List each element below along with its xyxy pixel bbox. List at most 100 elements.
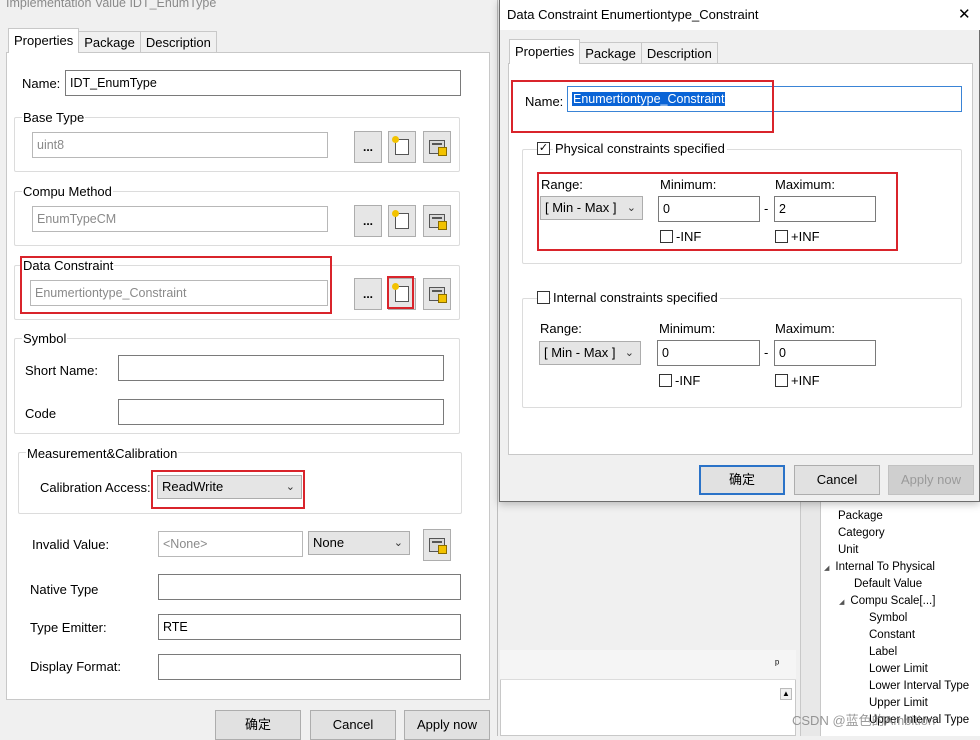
internal-range-select[interactable]: [ Min - Max ] ⌄ <box>539 341 641 365</box>
close-icon[interactable]: ✕ <box>958 5 971 23</box>
physical-constraints-checkbox[interactable]: ✓ <box>537 142 550 155</box>
left-tab-package[interactable]: Package <box>78 31 141 53</box>
type-emitter-label: Type Emitter: <box>30 620 107 635</box>
highlight-constraint-name <box>511 80 774 133</box>
internal-constraints-label: Internal constraints specified <box>551 290 720 305</box>
display-format-field[interactable] <box>158 654 461 680</box>
chevron-down-icon: ⌄ <box>393 537 403 549</box>
right-tab-properties[interactable]: Properties <box>509 39 581 64</box>
right-tab-description[interactable]: Description <box>640 42 718 64</box>
internal-neg-inf-checkbox[interactable] <box>659 374 672 387</box>
base-type-properties-button[interactable] <box>423 131 451 163</box>
compu-method-new-button[interactable] <box>388 205 416 237</box>
internal-pos-inf-label: +INF <box>791 373 820 388</box>
tree-item-label: Upper Limit <box>869 697 928 709</box>
tree-item[interactable]: Label <box>869 646 897 658</box>
display-format-label: Display Format: <box>30 659 122 674</box>
tree-item[interactable]: Constant <box>869 629 915 641</box>
tree-item-label: Label <box>869 646 898 658</box>
left-tab-properties[interactable]: Properties <box>8 28 80 53</box>
tree-item-label: Symbol <box>869 612 908 624</box>
new-document-icon <box>392 210 409 229</box>
tree-item-label: Compu Scale[...] <box>850 595 936 607</box>
compu-method-browse-button[interactable]: ... <box>354 205 382 237</box>
tree-item-label: Lower Interval Type <box>869 680 970 692</box>
invalid-value-select-value: None <box>313 535 345 550</box>
workspace-gutter <box>800 500 820 736</box>
tree-item-label: Default Value <box>854 578 923 590</box>
internal-maximum-field[interactable]: 0 <box>774 340 876 366</box>
highlight-calibration-access <box>151 470 305 509</box>
invalid-value-label: Invalid Value: <box>32 537 110 552</box>
tree-item[interactable]: Category <box>838 527 885 539</box>
base-type-new-button[interactable] <box>388 131 416 163</box>
compu-method-label: Compu Method <box>22 184 113 199</box>
right-tabs: Properties Package Description <box>509 39 718 64</box>
new-document-icon <box>392 136 409 155</box>
right-dialog-title: Data Constraint Enumertiontype_Constrain… <box>507 7 759 22</box>
physical-constraints-label: Physical constraints specified <box>553 141 727 156</box>
invalid-value-field[interactable]: <None> <box>158 531 303 557</box>
tree-item-label: Package <box>838 510 883 522</box>
tree-item[interactable]: Upper Limit <box>869 697 928 709</box>
invalid-value-select[interactable]: None ⌄ <box>308 531 410 555</box>
tree-item-label: Lower Limit <box>869 663 928 675</box>
type-emitter-field[interactable]: RTE <box>158 614 461 640</box>
calibration-access-label: Calibration Access: <box>40 480 151 495</box>
short-name-label: Short Name: <box>25 363 98 378</box>
code-label: Code <box>25 406 57 421</box>
expand-triangle-icon[interactable]: ◢ <box>824 565 829 572</box>
internal-constraints-checkbox[interactable] <box>537 291 550 304</box>
measurement-label: Measurement&Calibration <box>26 446 179 461</box>
tree-item[interactable]: Symbol <box>869 612 907 624</box>
properties-icon <box>429 538 447 554</box>
properties-icon <box>429 287 447 303</box>
data-constraint-browse-button[interactable]: ... <box>354 278 382 310</box>
tree-item[interactable]: ◢ Compu Scale[...] <box>839 595 935 607</box>
bottom-panel-header <box>500 650 796 680</box>
internal-minimum-label: Minimum: <box>659 321 716 336</box>
internal-range-label: Range: <box>540 321 582 336</box>
tree-item-label: Internal To Physical <box>835 561 935 573</box>
short-name-field[interactable] <box>118 355 444 381</box>
right-ok-button[interactable]: 确定 <box>699 465 785 495</box>
right-tab-package[interactable]: Package <box>579 42 642 64</box>
compu-method-properties-button[interactable] <box>423 205 451 237</box>
internal-neg-inf-label: -INF <box>675 373 701 388</box>
code-field[interactable] <box>118 399 444 425</box>
scroll-up-icon[interactable]: ▲ <box>780 688 792 700</box>
tree-item[interactable]: Lower Interval Type <box>869 680 969 692</box>
right-cancel-button[interactable]: Cancel <box>794 465 880 495</box>
base-type-field: uint8 <box>32 132 328 158</box>
highlight-data-constraint <box>20 256 332 314</box>
tree-item[interactable]: Unit <box>838 544 858 556</box>
highlight-physical-range <box>537 172 898 251</box>
tree-item[interactable]: Lower Limit <box>869 663 928 675</box>
left-tabs: Properties Package Description <box>8 28 217 53</box>
tree-item[interactable]: Default Value <box>854 578 922 590</box>
properties-icon <box>429 214 447 230</box>
chevron-down-icon: ⌄ <box>624 347 634 359</box>
internal-maximum-label: Maximum: <box>775 321 835 336</box>
internal-minimum-field[interactable]: 0 <box>657 340 760 366</box>
left-tab-description[interactable]: Description <box>139 31 217 53</box>
symbol-label: Symbol <box>22 331 68 346</box>
invalid-value-properties-button[interactable] <box>423 529 451 561</box>
tree-item[interactable]: Package <box>838 510 883 522</box>
highlight-new-button <box>387 276 414 309</box>
expand-triangle-icon[interactable]: ◢ <box>839 599 844 606</box>
base-type-browse-button[interactable]: ... <box>354 131 382 163</box>
internal-pos-inf-checkbox[interactable] <box>775 374 788 387</box>
pin-icon[interactable]: ᵖ <box>775 658 779 670</box>
name-field[interactable]: IDT_EnumType <box>65 70 461 96</box>
native-type-label: Native Type <box>30 582 99 597</box>
right-apply-button[interactable]: Apply now <box>888 465 974 495</box>
native-type-field[interactable] <box>158 574 461 600</box>
tree-item-label: Category <box>838 527 885 539</box>
tree-item-label: Unit <box>838 544 859 556</box>
data-constraint-properties-button[interactable] <box>423 278 451 310</box>
tree-item[interactable]: ◢ Internal To Physical <box>824 561 935 573</box>
tree-item-label: Constant <box>869 629 916 641</box>
internal-dash: - <box>764 345 769 360</box>
left-dialog-title: Implementation Value IDT_EnumType <box>6 0 217 10</box>
